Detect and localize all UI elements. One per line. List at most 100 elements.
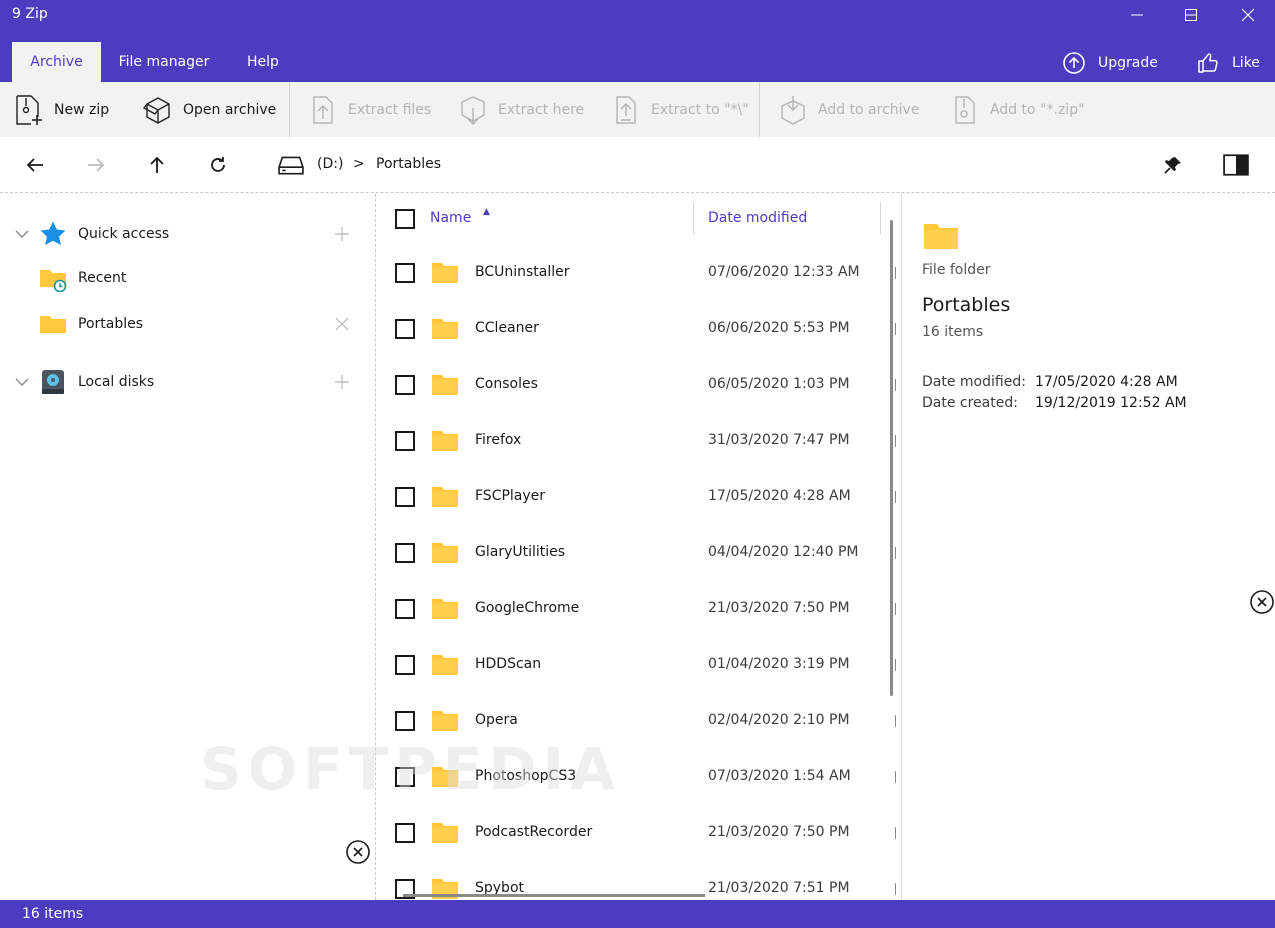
detail-name: Portables (922, 294, 1011, 316)
upgrade-button[interactable]: Upgrade (1062, 50, 1158, 76)
row-checkbox[interactable] (395, 543, 415, 563)
file-date: 06/06/2020 5:53 PM (708, 320, 850, 336)
details-pane: File folder Portables 16 items Date modi… (903, 194, 1275, 900)
panel-toggle-icon (1223, 154, 1249, 176)
table-row[interactable]: FSCPlayer 17/05/2020 4:28 AM (377, 469, 901, 525)
folder-icon (432, 487, 458, 507)
add-icon[interactable] (334, 226, 350, 242)
upgrade-icon (1063, 52, 1085, 74)
new-zip-label: New zip (54, 101, 110, 118)
add-icon[interactable] (334, 374, 350, 390)
breadcrumb-separator[interactable]: > (353, 156, 365, 172)
file-date: 06/05/2020 1:03 PM (708, 376, 850, 392)
pin-button[interactable] (1160, 152, 1186, 178)
maximize-button[interactable] (1168, 0, 1214, 30)
breadcrumb-folder[interactable]: Portables (376, 156, 441, 172)
file-name: GoogleChrome (475, 600, 580, 616)
column-divider[interactable] (880, 202, 881, 234)
tab-file-manager[interactable]: File manager (108, 42, 220, 82)
row-checkbox[interactable] (395, 431, 415, 451)
ribbon-divider (289, 82, 290, 137)
select-all-checkbox[interactable] (395, 209, 415, 229)
folder-icon (432, 823, 458, 843)
add-to-archive-button[interactable]: Add to archive (778, 82, 919, 137)
ribbon-divider (759, 82, 760, 137)
folder-icon (40, 316, 66, 333)
close-circle-icon[interactable] (1249, 589, 1275, 615)
row-checkbox[interactable] (395, 263, 415, 283)
tab-help[interactable]: Help (232, 42, 294, 82)
like-button[interactable]: Like (1196, 50, 1260, 76)
file-name: Opera (475, 712, 518, 728)
row-checkbox[interactable] (395, 375, 415, 395)
navigation-bar: (D:) > Portables (0, 137, 1275, 193)
folder-icon (432, 319, 458, 339)
back-button[interactable] (22, 152, 48, 178)
tree-item-portables[interactable]: Portables (0, 304, 376, 344)
breadcrumb-drive[interactable]: (D:) (317, 156, 343, 172)
extract-here-icon (461, 95, 485, 125)
file-name: FSCPlayer (475, 488, 546, 504)
row-checkbox[interactable] (395, 823, 415, 843)
file-date: 07/03/2020 1:54 AM (708, 768, 851, 784)
add-to-zip-icon (955, 95, 975, 124)
tree-item-recent[interactable]: Recent (0, 258, 376, 298)
table-row[interactable]: GoogleChrome 21/03/2020 7:50 PM (377, 581, 901, 637)
table-row[interactable]: GlaryUtilities 04/04/2020 12:40 PM (377, 525, 901, 581)
table-row[interactable]: PhotoshopCS3 07/03/2020 1:54 AM (377, 749, 901, 805)
chevron-down-icon[interactable] (14, 226, 30, 242)
row-checkbox[interactable] (395, 319, 415, 339)
horizontal-scrollbar[interactable] (403, 894, 705, 897)
file-name: PodcastRecorder (475, 824, 593, 840)
row-checkbox[interactable] (395, 487, 415, 507)
close-circle-icon[interactable] (345, 839, 371, 865)
disk-icon (42, 370, 64, 394)
table-row[interactable]: PodcastRecorder 21/03/2020 7:50 PM (377, 805, 901, 861)
column-divider[interactable] (693, 202, 694, 234)
new-zip-button[interactable]: New zip (14, 82, 109, 137)
up-button[interactable] (144, 152, 170, 178)
row-checkbox[interactable] (395, 655, 415, 675)
row-checkbox[interactable] (395, 767, 415, 787)
vertical-scrollbar[interactable] (890, 220, 893, 696)
table-row[interactable]: HDDScan 01/04/2020 3:19 PM (377, 637, 901, 693)
column-header-name[interactable]: Name (430, 210, 471, 226)
file-list: Name ▲ Date modified BCUninstaller 07/06/… (377, 194, 902, 900)
row-checkbox[interactable] (395, 711, 415, 731)
arrow-up-icon (150, 156, 164, 173)
row-checkbox[interactable] (395, 599, 415, 619)
remove-icon[interactable] (334, 316, 350, 332)
refresh-button[interactable] (205, 152, 231, 178)
column-header-date[interactable]: Date modified (708, 210, 807, 226)
arrow-left-icon (26, 158, 43, 172)
table-row[interactable]: CCleaner 06/06/2020 5:53 PM (377, 301, 901, 357)
detail-date-modified: 17/05/2020 4:28 AM (1035, 374, 1178, 390)
extract-files-button[interactable]: Extract files (308, 82, 431, 137)
thumbs-up-icon (1198, 53, 1218, 73)
detail-date-modified-label: Date modified: (922, 374, 1026, 390)
extract-here-button[interactable]: Extract here (458, 82, 584, 137)
minimize-button-area[interactable] (1114, 0, 1160, 30)
close-window-button[interactable] (1225, 0, 1271, 30)
tab-archive[interactable]: Archive (12, 42, 101, 82)
chevron-down-icon[interactable] (14, 374, 30, 390)
table-row[interactable]: Consoles 06/05/2020 1:03 PM (377, 357, 901, 413)
file-name: HDDScan (475, 656, 542, 672)
maximize-icon (1185, 9, 1197, 21)
table-row[interactable]: Opera 02/04/2020 2:10 PM (377, 693, 901, 749)
toggle-details-button[interactable] (1223, 152, 1249, 178)
add-to-zip-button[interactable]: Add to "*.zip" (950, 82, 1085, 137)
table-row[interactable]: Firefox 31/03/2020 7:47 PM (377, 413, 901, 469)
file-date: 31/03/2020 7:47 PM (708, 432, 850, 448)
forward-button[interactable] (83, 152, 109, 178)
recent-folder-icon (40, 270, 67, 292)
table-row[interactable]: BCUninstaller 07/06/2020 12:33 AM (377, 245, 901, 301)
tree-item-quick-access[interactable]: Quick access (0, 214, 376, 254)
column-tick (895, 603, 896, 615)
open-archive-button[interactable]: Open archive (143, 82, 276, 137)
add-to-zip-label: Add to "*.zip" (990, 101, 1085, 118)
extract-to-button[interactable]: Extract to "*\" (611, 82, 749, 137)
file-date: 01/04/2020 3:19 PM (708, 656, 850, 672)
drive-icon-button[interactable] (277, 152, 305, 178)
tree-item-local-disks[interactable]: Local disks (0, 362, 376, 402)
